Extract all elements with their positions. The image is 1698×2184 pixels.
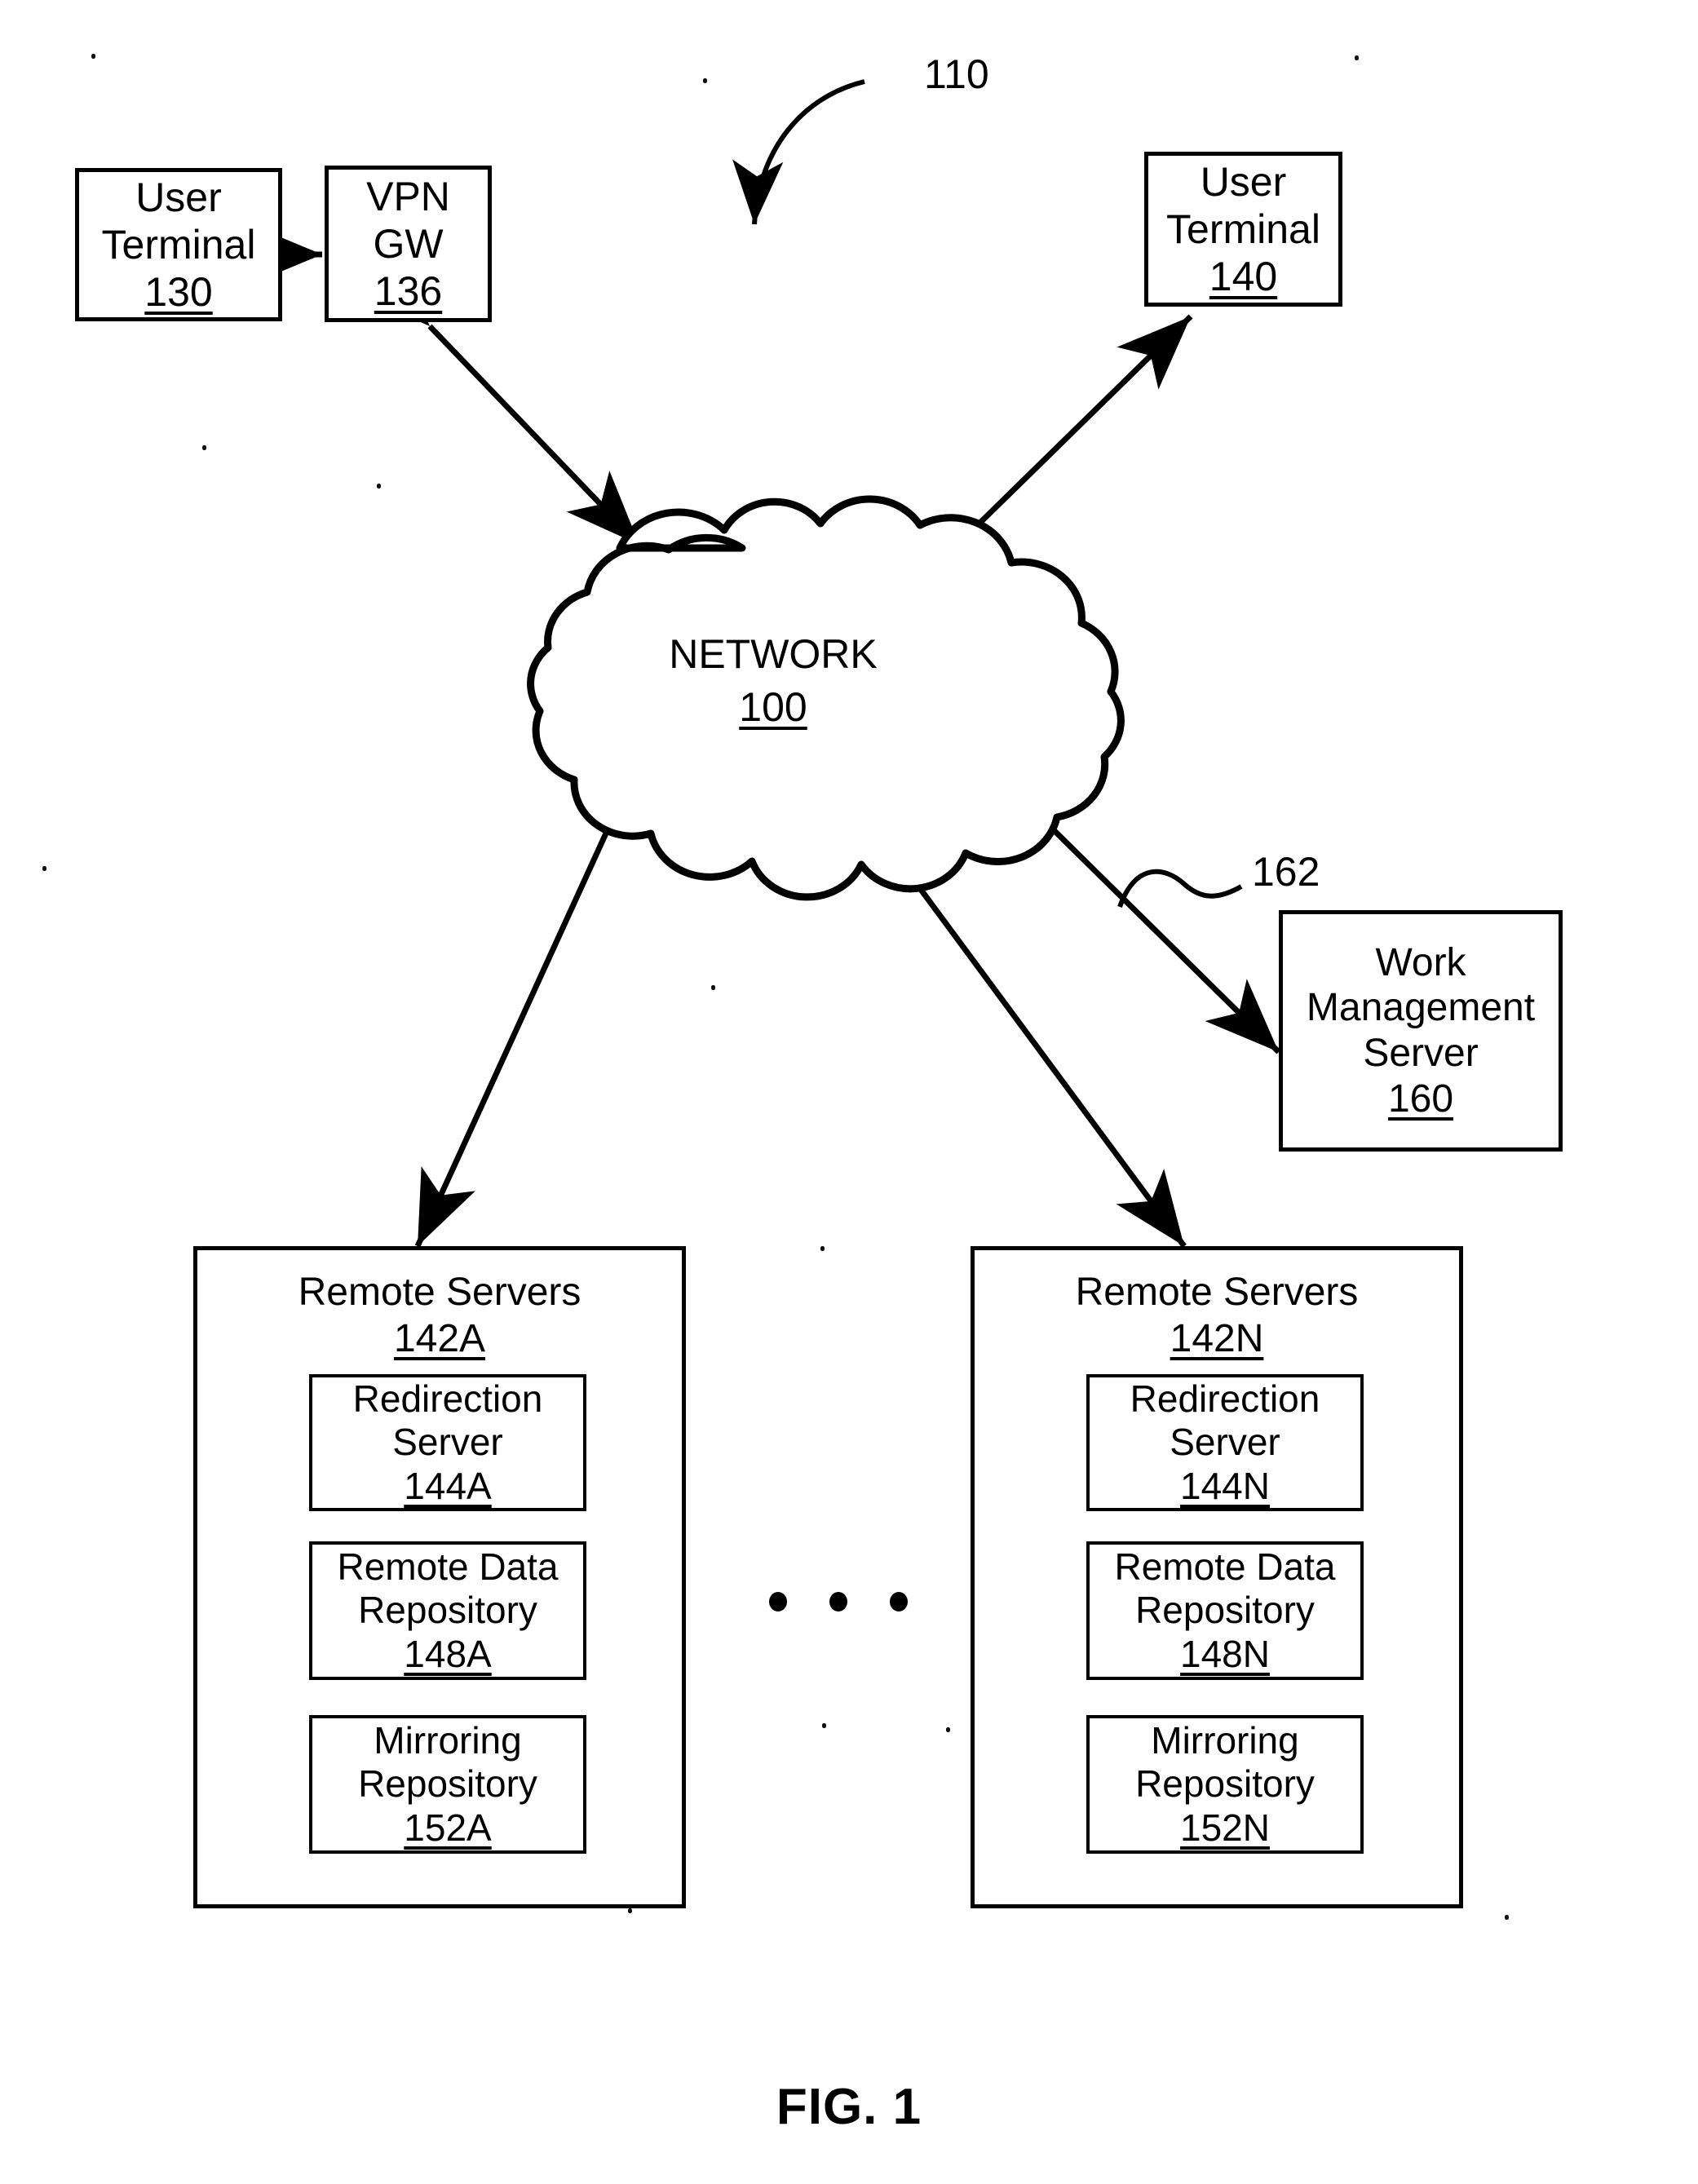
remote-data-repository-148n-line1: Remote Data xyxy=(1114,1545,1336,1588)
mirroring-repository-152a-line1: Mirroring xyxy=(374,1718,522,1762)
connector-reference-162: 162 xyxy=(1252,849,1320,895)
redirection-server-144n-line1: Redirection xyxy=(1130,1377,1320,1420)
mirroring-repository-152a-ref: 152A xyxy=(404,1806,492,1849)
mirroring-repository-152a-line2: Repository xyxy=(358,1762,537,1806)
link-network-terminal140 xyxy=(882,314,1193,620)
patent-figure-page: 110 User Terminal 130 VPN GW 136 User Te… xyxy=(0,0,1698,2184)
work-management-server-line2: Management xyxy=(1306,986,1536,1030)
node-remote-data-repository-148a[interactable]: Remote Data Repository 148A xyxy=(309,1541,586,1680)
scan-speck xyxy=(703,78,707,83)
scan-speck xyxy=(42,866,46,871)
user-terminal-130-ref: 130 xyxy=(144,269,213,315)
connector-162-leader xyxy=(1117,869,1243,908)
ellipsis-dot xyxy=(769,1592,787,1611)
ellipsis-dot xyxy=(890,1592,908,1611)
node-work-management-server-160[interactable]: Work Management Server 160 xyxy=(1279,910,1563,1152)
user-terminal-130-line2: Terminal xyxy=(101,222,256,267)
figure-caption: FIG. 1 xyxy=(776,2079,922,2135)
scan-speck xyxy=(628,1908,632,1913)
node-mirroring-repository-152n[interactable]: Mirroring Repository 152N xyxy=(1086,1715,1364,1854)
group-142n-header: Remote Servers 142N xyxy=(975,1270,1459,1362)
redirection-server-144a-line2: Server xyxy=(392,1421,503,1464)
vpn-gw-136-ref: 136 xyxy=(374,268,443,314)
network-cloud-label: NETWORK 100 xyxy=(610,628,936,734)
user-terminal-140-ref: 140 xyxy=(1209,254,1278,299)
scan-speck xyxy=(820,1246,825,1251)
scan-speck xyxy=(946,1727,950,1732)
work-management-server-ref: 160 xyxy=(1387,1077,1454,1121)
node-vpn-gw-136[interactable]: VPN GW 136 xyxy=(325,166,492,322)
group-142a-ref: 142A xyxy=(393,1316,486,1360)
ellipsis-between-server-groups xyxy=(769,1592,908,1611)
node-user-terminal-140[interactable]: User Terminal 140 xyxy=(1144,152,1342,307)
group-142a-header: Remote Servers 142A xyxy=(197,1270,682,1362)
group-142n-title: Remote Servers xyxy=(1075,1271,1359,1314)
link-network-remote-servers-142a xyxy=(414,746,667,1248)
redirection-server-144a-ref: 144A xyxy=(404,1464,492,1507)
remote-data-repository-148a-line2: Repository xyxy=(358,1589,537,1632)
scan-speck xyxy=(711,985,715,990)
remote-data-repository-148a-line1: Remote Data xyxy=(337,1545,559,1588)
node-redirection-server-144a[interactable]: Redirection Server 144A xyxy=(309,1374,586,1511)
scan-speck xyxy=(1505,1915,1509,1920)
group-142n-ref: 142N xyxy=(1170,1316,1264,1360)
link-network-remote-servers-142n xyxy=(814,760,1187,1249)
scan-speck xyxy=(822,1723,826,1728)
work-management-server-line1: Work xyxy=(1375,940,1466,984)
link-network-work-management-server xyxy=(971,749,1281,1054)
system-110-leader-arrow xyxy=(732,79,865,225)
network-label: NETWORK xyxy=(669,631,878,677)
vpn-gw-136-line2: GW xyxy=(373,221,444,267)
node-remote-data-repository-148n[interactable]: Remote Data Repository 148N xyxy=(1086,1541,1364,1680)
user-terminal-140-line2: Terminal xyxy=(1166,206,1320,252)
scan-speck xyxy=(377,484,381,489)
system-reference-110: 110 xyxy=(924,51,989,97)
link-vpngw136-network xyxy=(356,252,642,547)
remote-data-repository-148n-line2: Repository xyxy=(1135,1589,1315,1632)
remote-data-repository-148n-ref: 148N xyxy=(1180,1632,1270,1675)
redirection-server-144a-line1: Redirection xyxy=(352,1377,543,1420)
node-user-terminal-130[interactable]: User Terminal 130 xyxy=(75,168,282,321)
mirroring-repository-152n-ref: 152N xyxy=(1180,1806,1270,1849)
user-terminal-130-line1: User xyxy=(135,175,222,220)
redirection-server-144n-ref: 144N xyxy=(1180,1464,1270,1507)
node-redirection-server-144n[interactable]: Redirection Server 144N xyxy=(1086,1374,1364,1511)
group-remote-servers-142a[interactable]: Remote Servers 142A Redirection Server 1… xyxy=(193,1246,686,1908)
user-terminal-140-line1: User xyxy=(1200,159,1287,205)
work-management-server-line3: Server xyxy=(1363,1032,1479,1075)
node-mirroring-repository-152a[interactable]: Mirroring Repository 152A xyxy=(309,1715,586,1854)
group-remote-servers-142n[interactable]: Remote Servers 142N Redirection Server 1… xyxy=(971,1246,1463,1908)
ellipsis-dot xyxy=(829,1592,847,1611)
redirection-server-144n-line2: Server xyxy=(1170,1421,1280,1464)
group-142a-title: Remote Servers xyxy=(298,1271,581,1314)
scan-speck xyxy=(91,54,95,59)
vpn-gw-136-line1: VPN xyxy=(366,174,450,219)
mirroring-repository-152n-line2: Repository xyxy=(1135,1762,1315,1806)
scan-speck xyxy=(202,445,206,450)
mirroring-repository-152n-line1: Mirroring xyxy=(1151,1718,1299,1762)
network-ref: 100 xyxy=(739,684,807,730)
remote-data-repository-148a-ref: 148A xyxy=(404,1632,492,1675)
scan-speck xyxy=(1355,55,1359,60)
